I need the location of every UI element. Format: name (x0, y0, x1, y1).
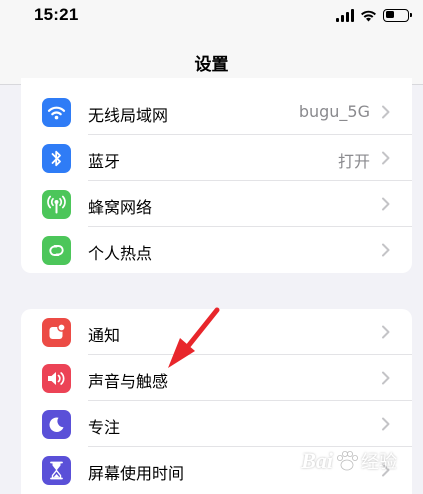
settings-row-cellular[interactable]: 蜂窝网络 (21, 181, 412, 227)
wifi-label: 无线局域网 (88, 106, 169, 125)
settings-row-bluetooth[interactable]: 蓝牙 打开 (21, 135, 412, 181)
antenna-icon (42, 190, 71, 219)
hourglass-icon (42, 456, 71, 485)
chevron-right-icon (382, 105, 390, 119)
speaker-icon (42, 364, 71, 393)
battery-icon (383, 8, 412, 22)
bluetooth-value: 打开 (337, 152, 370, 171)
moon-icon (42, 410, 71, 439)
chevron-right-icon (382, 371, 390, 385)
sounds-label: 声音与触感 (88, 372, 169, 391)
wifi-status-icon (361, 10, 376, 21)
settings-row-focus[interactable]: 专注 (21, 401, 412, 447)
status-bar: 15:21 (0, 0, 423, 34)
chevron-right-icon (382, 151, 390, 165)
settings-row-wifi[interactable]: 无线局域网 bugu_5G (21, 89, 412, 135)
connectivity-group: 无线局域网 bugu_5G 蓝牙 打开 蜂窝网络 个人热点 (21, 78, 412, 273)
page-title: 设置 (194, 54, 229, 75)
chevron-right-icon (382, 243, 390, 257)
cellular-signal-icon (336, 8, 354, 22)
focus-label: 专注 (88, 418, 121, 437)
settings-row-sounds[interactable]: 声音与触感 (21, 355, 412, 401)
wifi-value: bugu_5G (298, 102, 370, 121)
settings-row-hotspot[interactable]: 个人热点 (21, 227, 412, 273)
settings-row-notifications[interactable]: 通知 (21, 309, 412, 355)
chevron-right-icon (382, 325, 390, 339)
watermark-text: Bai (301, 448, 333, 473)
bluetooth-icon (42, 144, 71, 173)
watermark-cn: 经验 (361, 452, 397, 473)
cellular-label: 蜂窝网络 (88, 198, 153, 217)
hotspot-icon (42, 236, 71, 265)
chevron-right-icon (382, 197, 390, 211)
bluetooth-label: 蓝牙 (88, 152, 121, 171)
hotspot-label: 个人热点 (88, 244, 153, 263)
status-icons (336, 7, 412, 23)
notifications-label: 通知 (88, 326, 121, 345)
wifi-icon (42, 98, 71, 127)
notification-icon (42, 318, 71, 347)
screen-time-label: 屏幕使用时间 (88, 464, 185, 483)
baidu-watermark: Bai 经验 (301, 448, 397, 474)
status-time: 15:21 (34, 5, 79, 24)
paw-icon (337, 451, 358, 471)
chevron-right-icon (382, 417, 390, 431)
